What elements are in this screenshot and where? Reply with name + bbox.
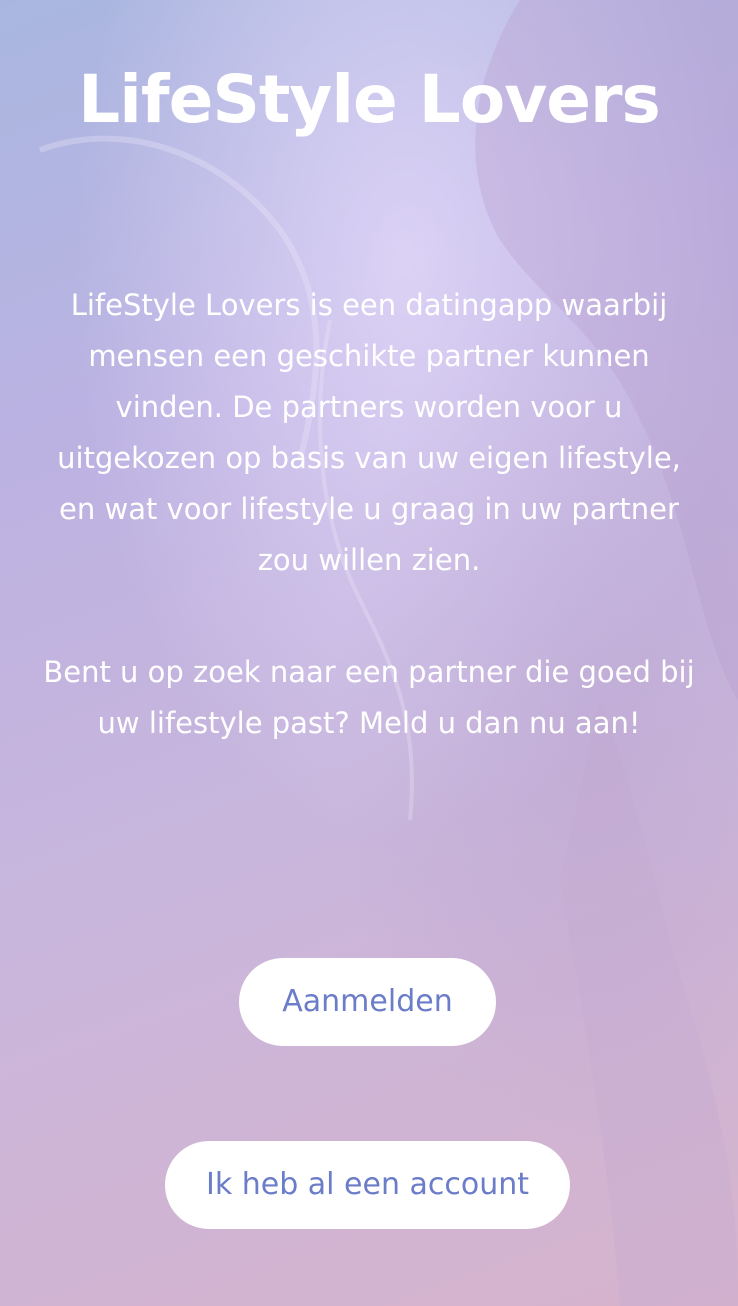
app-title: LifeStyle Lovers (78, 61, 661, 138)
intro-description: LifeStyle Lovers is een datingapp waarbi… (57, 288, 681, 577)
intro-call-to-action: Bent u op zoek naar een partner die goed… (43, 655, 695, 740)
welcome-screen: LifeStyle Lovers LifeStyle Lovers is een… (0, 0, 738, 1306)
login-button[interactable]: Ik heb al een account (165, 1141, 570, 1229)
register-button[interactable]: Aanmelden (239, 958, 496, 1046)
